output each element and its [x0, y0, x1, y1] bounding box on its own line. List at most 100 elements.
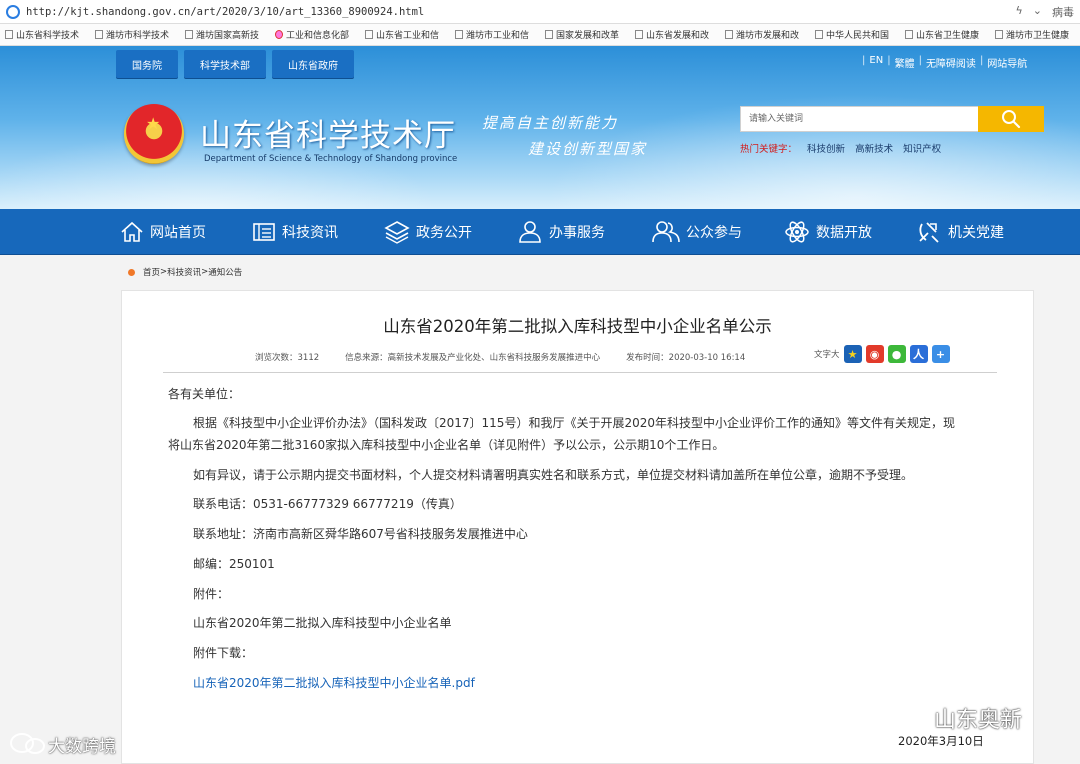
- address-bar[interactable]: http://kjt.shandong.gov.cn/art/2020/3/10…: [0, 0, 1080, 24]
- national-emblem-icon: ★: [124, 104, 184, 164]
- watermark-right: 山东奥新: [886, 702, 1022, 734]
- hot-keywords-label: 热门关键字：: [740, 144, 798, 155]
- site-banner: 国务院 科学技术部 山东省政府 | EN | 繁體 | 无障碍阅读 | 网站导航…: [0, 46, 1080, 209]
- contact-phone: 联系电话：0531-66777329 66777219（传真）: [193, 497, 462, 511]
- party-icon: [919, 222, 939, 243]
- hot-keyword[interactable]: 科技创新: [807, 144, 845, 155]
- paragraph-1-line-2: 将山东省2020年第二批3160家拟入库科技型中小企业名单（详见附件）予以公示，…: [168, 438, 725, 452]
- favorite-item[interactable]: 潍坊国家高新技: [185, 28, 270, 41]
- more-share-icon[interactable]: +: [931, 345, 950, 363]
- link-accessibility[interactable]: 无障碍阅读: [926, 55, 976, 70]
- favorite-item[interactable]: 潍坊市工业和信: [455, 28, 540, 41]
- hot-keyword[interactable]: 知识产权: [903, 144, 941, 155]
- wechat-share-icon[interactable]: ●: [887, 345, 906, 363]
- qzone-share-icon[interactable]: ★: [843, 345, 862, 363]
- favorite-item[interactable]: 国家发展和改革: [545, 28, 630, 41]
- main-nav: 网站首页 科技资讯 政务公开 办事服务 公众参与 数据开放 机关党建: [0, 209, 1080, 255]
- page-icon: [365, 30, 373, 39]
- wechat-logo-icon: [888, 704, 931, 730]
- page-icon: [905, 30, 913, 39]
- view-count: 浏览次数：3112: [255, 353, 320, 363]
- site-subtitle: Department of Science & Technology of Sh…: [204, 154, 458, 164]
- nav-item-party-building[interactable]: 机关党建: [916, 209, 1004, 255]
- nav-item-home[interactable]: 网站首页: [120, 209, 206, 255]
- attachment-download-link[interactable]: 山东省2020年第二批拟入库科技型中小企业名单.pdf: [193, 674, 475, 691]
- search-input[interactable]: 请输入关键词: [740, 106, 980, 132]
- atom-icon: [785, 221, 809, 243]
- link-english[interactable]: EN: [869, 55, 883, 70]
- nav-item-services[interactable]: 办事服务: [517, 209, 605, 255]
- top-button-provincial-gov[interactable]: 山东省政府: [272, 50, 354, 78]
- hot-keyword[interactable]: 高新技术: [855, 144, 893, 155]
- contact-address: 联系地址：济南市高新区舜华路607号省科技服务发展推进中心: [193, 527, 528, 541]
- breadcrumb-notices[interactable]: 通知公告: [208, 266, 242, 278]
- top-links: | EN | 繁體 | 无障碍阅读 | 网站导航: [862, 55, 1028, 70]
- hot-keywords: 热门关键字： 科技创新 高新技术 知识产权: [740, 141, 941, 155]
- top-button-most[interactable]: 科学技术部: [184, 50, 266, 78]
- nav-item-open-data[interactable]: 数据开放: [784, 209, 872, 255]
- favorite-item[interactable]: 山东省工业和信: [365, 28, 450, 41]
- favorite-item[interactable]: 山东省卫生健康: [905, 28, 990, 41]
- favorite-item[interactable]: 中华人民共和国: [815, 28, 900, 41]
- nav-item-gov-affairs[interactable]: 政务公开: [384, 209, 472, 255]
- breadcrumb: 首页 > 科技资讯 > 通知公告: [128, 266, 242, 278]
- postcode: 邮编：250101: [193, 557, 275, 571]
- page-icon: [635, 30, 643, 39]
- favorite-item[interactable]: 山东省科学技术: [5, 28, 90, 41]
- page-icon: [725, 30, 733, 39]
- search-button[interactable]: [978, 106, 1044, 132]
- page-icon: [455, 30, 463, 39]
- article-title: 山东省2020年第二批拟入库科技型中小企业名单公示: [383, 317, 772, 336]
- salutation: 各有关单位：: [168, 387, 241, 401]
- paragraph-2: 如有异议，请于公示期内提交书面材料，个人提交材料请署明真实姓名和联系方式，单位提…: [193, 468, 914, 482]
- lightning-icon[interactable]: ϟ: [1016, 4, 1023, 20]
- page-icon: [815, 30, 823, 39]
- attachment-name: 山东省2020年第二批拟入库科技型中小企业名单: [193, 616, 452, 630]
- person-service-icon: [519, 221, 541, 243]
- breadcrumb-news[interactable]: 科技资讯: [167, 266, 201, 278]
- people-icon: [652, 221, 680, 243]
- article-meta: 浏览次数：3112 信息来源：高新技术发展及产业化处、山东省科技服务发展推进中心…: [255, 351, 771, 363]
- info-source: 信息来源：高新技术发展及产业化处、山东省科技服务发展推进中心: [345, 353, 601, 363]
- news-icon: [253, 223, 275, 241]
- paragraph-1-line-1: 根据《科技型中小企业评价办法》（国科发政〔2017〕115号）和我厅《关于开展2…: [193, 416, 955, 430]
- nav-item-participation[interactable]: 公众参与: [652, 209, 742, 255]
- page-icon: [185, 30, 193, 39]
- page-icon: [545, 30, 553, 39]
- weibo-share-icon[interactable]: ◉: [865, 345, 884, 363]
- tab-fragment[interactable]: 病毒: [1052, 4, 1074, 20]
- slogan-line-2: 建设创新型国家: [528, 140, 648, 158]
- page-icon: [5, 30, 13, 39]
- favorite-item[interactable]: 工业和信息化部: [275, 28, 360, 41]
- bullet-icon: [128, 268, 135, 276]
- favorite-item[interactable]: 山东省发展和改: [635, 28, 720, 41]
- url-text[interactable]: http://kjt.shandong.gov.cn/art/2020/3/10…: [26, 6, 1016, 18]
- favorite-item[interactable]: 潍坊市科学技术: [95, 28, 180, 41]
- title-divider: [163, 372, 997, 373]
- chevron-down-icon[interactable]: ⌄: [1033, 4, 1042, 20]
- link-traditional[interactable]: 繁體: [895, 55, 915, 70]
- search-icon: [1002, 110, 1021, 129]
- watermark-left: 大数跨境: [8, 731, 116, 757]
- breadcrumb-home[interactable]: 首页: [143, 266, 160, 278]
- site-title[interactable]: 山东省科学技术厅: [200, 110, 456, 155]
- share-toolbar: 文字大 ★ ◉ ● 人 +: [814, 345, 950, 363]
- top-button-state-council[interactable]: 国务院: [116, 50, 178, 78]
- layers-icon: [384, 221, 410, 244]
- download-label: 附件下载：: [193, 646, 254, 660]
- font-size-toggle[interactable]: 文字大: [814, 348, 840, 360]
- home-icon: [121, 221, 143, 242]
- favorite-item[interactable]: 潍坊市发展和改: [725, 28, 810, 41]
- renren-share-icon[interactable]: 人: [909, 345, 928, 363]
- nav-item-news[interactable]: 科技资讯: [252, 209, 338, 255]
- link-sitemap[interactable]: 网站导航: [987, 55, 1027, 70]
- attachment-label: 附件：: [193, 587, 230, 601]
- favorite-item[interactable]: 潍坊市卫生健康: [995, 28, 1080, 41]
- browser-icon: [6, 4, 20, 19]
- wechat-logo-icon: [10, 733, 45, 754]
- slogan-line-1: 提高自主创新能力: [482, 114, 619, 132]
- page-icon: [995, 30, 1003, 39]
- favorites-bar: 山东省科学技术 潍坊市科学技术 潍坊国家高新技 工业和信息化部 山东省工业和信 …: [0, 24, 1080, 46]
- sign-date: 2020年3月10日: [898, 734, 984, 748]
- page-icon: [95, 30, 103, 39]
